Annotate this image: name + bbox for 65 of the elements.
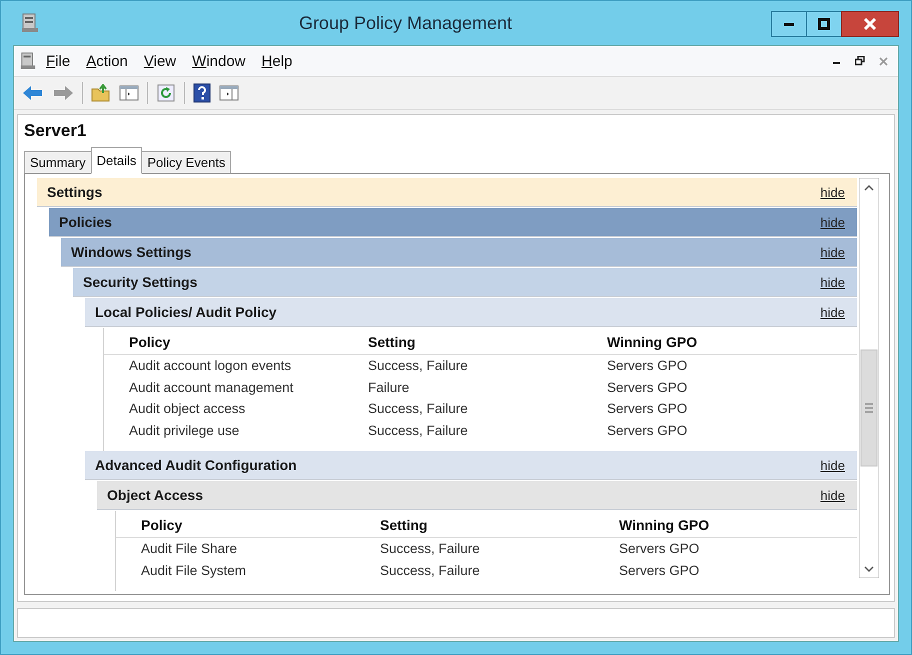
close-icon[interactable] bbox=[879, 56, 888, 66]
scrollbar-drawing[interactable] bbox=[859, 178, 879, 578]
hide-link[interactable]: hide bbox=[820, 244, 845, 260]
minimize-button[interactable] bbox=[771, 11, 807, 37]
window-title: Group Policy Management bbox=[298, 12, 514, 34]
table-cell-text: Servers GPO bbox=[619, 541, 700, 556]
table-cell-text: Audit account logon events bbox=[129, 358, 292, 374]
menu-item[interactable]: Help bbox=[262, 52, 292, 70]
section-title: Local Policies/ Audit Policy bbox=[95, 304, 277, 320]
server-icon bbox=[20, 52, 36, 70]
close-icon bbox=[864, 18, 876, 30]
back-arrow-icon[interactable] bbox=[22, 84, 44, 102]
maximize-button[interactable] bbox=[806, 11, 842, 37]
menu-item[interactable]: Window bbox=[192, 52, 246, 70]
hide-link[interactable]: hide bbox=[820, 458, 845, 472]
close-button[interactable] bbox=[841, 11, 899, 37]
table-cell-text: Servers GPO bbox=[607, 401, 688, 416]
refresh-icon[interactable] bbox=[156, 84, 176, 102]
section-title: Windows Settings bbox=[71, 244, 192, 260]
restore-icon[interactable] bbox=[855, 56, 865, 66]
table-cell-text: Audit account management bbox=[129, 380, 294, 395]
hide-link[interactable]: hide bbox=[820, 274, 845, 290]
maximize-icon bbox=[818, 18, 830, 30]
tab[interactable]: Summary bbox=[24, 151, 92, 174]
section-title: Settings bbox=[47, 184, 102, 200]
table-cell-text: Success, Failure bbox=[368, 358, 469, 374]
table-cell-text: Servers GPO bbox=[607, 380, 688, 395]
table-cell-text: Audit File System bbox=[141, 562, 248, 578]
page-heading: Server1 bbox=[24, 121, 88, 141]
column-header: Winning GPO bbox=[619, 517, 710, 533]
table-cell-text: Success, Failure bbox=[368, 422, 469, 438]
folder-arrow-icon[interactable] bbox=[91, 84, 111, 102]
column-header: Winning GPO bbox=[607, 334, 698, 350]
column-header: Policy bbox=[141, 517, 184, 533]
table-cell-text: Audit privilege use bbox=[129, 422, 240, 438]
table-cell-text: Servers GPO bbox=[607, 358, 688, 374]
hide-link[interactable]: hide bbox=[820, 304, 845, 320]
hide-link[interactable]: hide bbox=[820, 488, 845, 502]
table-cell-text: Servers GPO bbox=[619, 562, 700, 578]
table-cell-text: Success, Failure bbox=[380, 541, 481, 556]
table-cell-text: Success, Failure bbox=[368, 401, 469, 416]
panel-icon[interactable] bbox=[119, 84, 139, 102]
hide-link[interactable]: hide bbox=[820, 184, 845, 200]
column-header: Setting bbox=[380, 517, 428, 533]
table-cell-text: Servers GPO bbox=[607, 422, 688, 438]
menu-item[interactable]: File bbox=[46, 52, 70, 70]
menu-item[interactable]: Action bbox=[86, 52, 128, 70]
column-header: Policy bbox=[129, 334, 172, 350]
table-cell-text: Audit object access bbox=[129, 401, 246, 416]
section-title: Advanced Audit Configuration bbox=[95, 457, 297, 473]
table-cell-text: Audit File Share bbox=[141, 541, 238, 556]
table-cell-text: Failure bbox=[368, 380, 410, 395]
server-icon bbox=[21, 13, 39, 33]
section-title: Security Settings bbox=[83, 274, 198, 290]
section-title: Policies bbox=[59, 214, 112, 230]
section-title: Object Access bbox=[107, 487, 203, 503]
menu-item[interactable]: View bbox=[144, 52, 176, 70]
tab[interactable]: Details bbox=[90, 147, 142, 174]
table-cell-text: Success, Failure bbox=[380, 562, 481, 578]
column-header: Setting bbox=[368, 334, 416, 350]
tab[interactable]: Policy Events bbox=[141, 151, 232, 174]
minimize-icon bbox=[784, 22, 794, 26]
hide-link[interactable]: hide bbox=[820, 214, 845, 230]
panel-icon[interactable] bbox=[219, 84, 239, 102]
help-icon[interactable] bbox=[193, 83, 211, 103]
